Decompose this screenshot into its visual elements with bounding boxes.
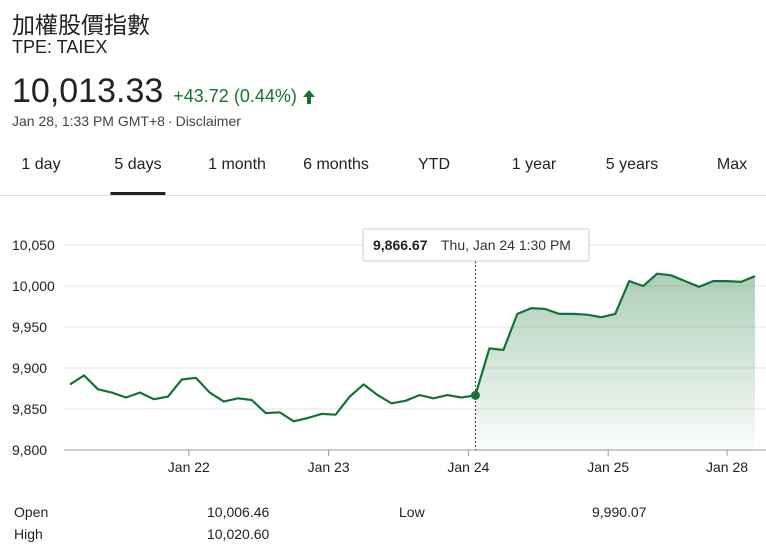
- ticker-symbol: TPE: TAIEX: [12, 37, 108, 57]
- price-change: +43.72 (0.44%): [173, 86, 316, 107]
- range-tabs: 1 day 5 days 1 month 6 months YTD 1 year…: [0, 146, 766, 196]
- stat-low-value: 9,990.07: [592, 504, 647, 520]
- index-title: 加權股價指數: [12, 13, 150, 39]
- highlight-area: [475, 273, 755, 450]
- stat-open-value: 10,006.46: [207, 504, 270, 520]
- meta-separator: ·: [167, 113, 173, 129]
- tab-max[interactable]: Max: [717, 156, 747, 194]
- stat-high-value: 10,020.60: [207, 526, 270, 542]
- stat-high-label: High: [14, 526, 43, 542]
- disclaimer-link[interactable]: Disclaimer: [176, 113, 241, 129]
- current-price: 10,013.33: [12, 72, 164, 110]
- timestamp: Jan 28, 1:33 PM GMT+8: [12, 113, 165, 129]
- arrow-up-icon: [302, 89, 315, 104]
- x-axis: Jan 22 Jan 23 Jan 24 Jan 25 Jan 28: [168, 450, 748, 475]
- x-tick-label: Jan 25: [587, 459, 629, 475]
- y-tick-label: 9,850: [12, 401, 47, 417]
- tooltip-value: 9,866.67: [373, 237, 428, 253]
- y-tick-label: 9,900: [12, 360, 47, 376]
- x-tick-label: Jan 22: [168, 459, 210, 475]
- tooltip: 9,866.67 Thu, Jan 24 1:30 PM: [362, 228, 590, 262]
- y-tick-label: 10,000: [12, 278, 55, 294]
- x-tick-label: Jan 24: [447, 459, 489, 475]
- tab-5-years[interactable]: 5 years: [606, 156, 658, 194]
- tab-5-days[interactable]: 5 days: [110, 156, 166, 195]
- stat-open-label: Open: [14, 504, 49, 520]
- price-change-value: +43.72 (0.44%): [173, 86, 297, 106]
- tab-1-month[interactable]: 1 month: [208, 156, 266, 194]
- y-tick-label: 10,050: [12, 237, 55, 253]
- price-meta: Jan 28, 1:33 PM GMT+8 · Disclaimer: [12, 113, 241, 129]
- tooltip-label: Thu, Jan 24 1:30 PM: [441, 237, 571, 253]
- tab-1-day[interactable]: 1 day: [21, 156, 60, 194]
- highlight-marker: [470, 390, 480, 400]
- y-tick-label: 9,800: [12, 442, 47, 458]
- tab-ytd[interactable]: YTD: [418, 156, 450, 194]
- tab-6-months[interactable]: 6 months: [303, 156, 369, 194]
- price-chart[interactable]: 9,8009,8509,9009,95010,00010,050 Jan 22 J…: [0, 200, 766, 485]
- stat-low-label: Low: [399, 504, 425, 520]
- x-tick-label: Jan 23: [308, 459, 350, 475]
- y-tick-label: 9,950: [12, 319, 47, 335]
- tab-1-year[interactable]: 1 year: [512, 156, 556, 194]
- x-tick-label: Jan 28: [706, 459, 748, 475]
- y-axis: 9,800 9,850 9,900 9,950 10,000 10,050: [12, 237, 55, 458]
- price-row: 10,013.33 +43.72 (0.44%): [12, 72, 316, 111]
